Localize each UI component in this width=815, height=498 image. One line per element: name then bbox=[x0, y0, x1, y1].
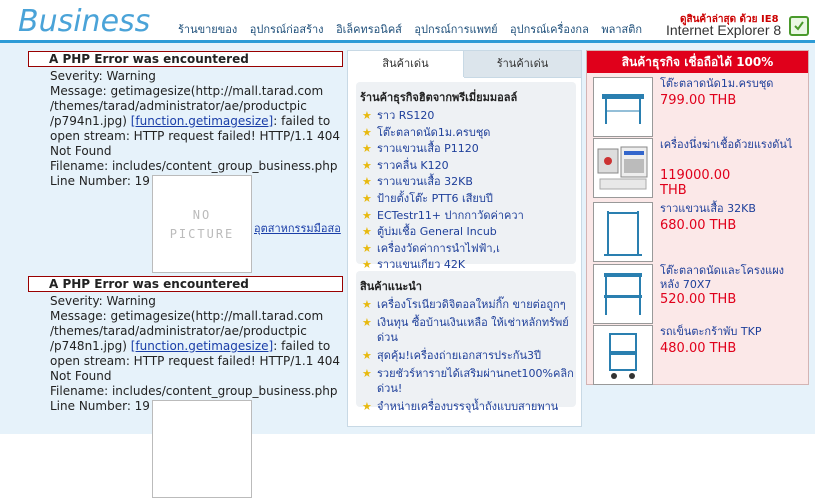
list-item[interactable]: ★ เครื่องวัดค่าการนำไฟฟ้า,เ bbox=[362, 241, 576, 258]
error-heading: A PHP Error was encountered bbox=[28, 51, 343, 67]
function-link[interactable]: [function.getimagesize] bbox=[131, 114, 274, 128]
site-logo[interactable]: Business bbox=[18, 4, 150, 39]
php-error: A PHP Error was encountered Severity: Wa… bbox=[28, 51, 343, 189]
star-icon: ★ bbox=[362, 175, 372, 189]
star-icon: ★ bbox=[362, 316, 372, 329]
list-item[interactable]: ★ ป้ายตั้งโต๊ะ PTT6 เสียบปี bbox=[362, 191, 576, 208]
product-price: 680.00 THB bbox=[660, 218, 737, 233]
product-thumbnail[interactable] bbox=[593, 77, 653, 137]
no-picture-image[interactable] bbox=[152, 400, 252, 498]
product-thumbnail[interactable] bbox=[593, 325, 653, 385]
star-icon: ★ bbox=[362, 241, 372, 255]
list-item[interactable]: ★ สุดคุ้ม!เครื่องถ่ายเอกสารประกัน3ปี bbox=[362, 348, 576, 363]
error-severity: Severity: Warning bbox=[50, 69, 156, 83]
category-link[interactable]: อุปกรณ์เครื่องกล bbox=[510, 23, 589, 36]
product-item[interactable]: ราวแขวนเสื้อ 32KB 680.00 THB bbox=[593, 202, 807, 262]
no-picture-image[interactable]: NO PICTURE bbox=[152, 175, 252, 273]
product-price: 119000.00 THB bbox=[660, 168, 731, 198]
star-icon: ★ bbox=[362, 142, 372, 156]
list-item[interactable]: ★ ราวคลื่น K120 bbox=[362, 158, 576, 175]
ie-logo-icon[interactable] bbox=[789, 16, 809, 36]
product-name[interactable]: เครื่องนึ่งฆ่าเชื้อด้วยแรงดันไ bbox=[660, 138, 800, 152]
product-price: 480.00 THB bbox=[660, 341, 737, 356]
error-filename: Filename: includes/content_group_busines… bbox=[50, 159, 338, 173]
star-icon: ★ bbox=[362, 109, 372, 122]
category-nav: ร้านขายของ อุปกรณ์ก่อสร้าง อิเล็คทรอนิคส… bbox=[178, 20, 651, 38]
product-item[interactable]: โต๊ะตลาดนัดและโครงแผงหลัง 70X7 520.00 TH… bbox=[593, 264, 807, 324]
star-icon: ★ bbox=[362, 208, 372, 222]
star-icon: ★ bbox=[362, 225, 372, 239]
error-message: Message: getimagesize(http://mall.tarad.… bbox=[50, 309, 341, 383]
category-link[interactable]: อิเล็คทรอนิคส์ bbox=[336, 23, 402, 36]
list-item[interactable]: ★ โต๊ะตลาดนัด1ม.ครบชุด bbox=[362, 125, 576, 142]
error-filename: Filename: includes/content_group_busines… bbox=[50, 384, 338, 398]
function-link[interactable]: [function.getimagesize] bbox=[131, 339, 274, 353]
product-thumbnail[interactable] bbox=[593, 264, 653, 324]
list-item[interactable]: ★ ราวแขวนเสื้อ 32KB bbox=[362, 174, 576, 191]
header: Business ร้านขายของ อุปกรณ์ก่อสร้าง อิเล… bbox=[0, 0, 815, 40]
category-link[interactable]: พลาสติก bbox=[601, 23, 642, 36]
product-item[interactable]: รถเข็นตะกร้าพับ TKP 480.00 THB bbox=[593, 325, 807, 385]
product-thumbnail[interactable] bbox=[593, 202, 653, 262]
list-item[interactable]: ★ ราว RS120 bbox=[362, 108, 576, 125]
category-link[interactable]: อุปกรณ์ก่อสร้าง bbox=[250, 23, 324, 36]
product-item[interactable]: เครื่องนึ่งฆ่าเชื้อด้วยแรงดันไ 119000.00… bbox=[593, 138, 807, 198]
category-link[interactable]: อุปกรณ์การแพทย์ bbox=[414, 23, 497, 36]
list-item[interactable]: ★ เครื่องโรเนียวดิจิตอลใหม่กิ๊ก ขายต่อถูก… bbox=[362, 297, 576, 312]
tab-featured-products[interactable]: สินค้าเด่น bbox=[348, 51, 464, 77]
php-error: A PHP Error was encountered Severity: Wa… bbox=[28, 276, 343, 414]
list-item[interactable]: ★ รวยชัวร์หารายได้เสริมผ่านnet100%คลิกด่ว… bbox=[362, 366, 576, 396]
list-item[interactable]: ★ ECTestr11+ ปากกาวัดค่าควา bbox=[362, 208, 576, 225]
recommended-panel: สินค้าแนะนำ ★ เครื่องโรเนียวดิจิตอลใหม่กิ… bbox=[356, 271, 576, 413]
category-side-link[interactable]: อุตสาหกรรมมือสอ bbox=[254, 219, 341, 237]
star-icon: ★ bbox=[362, 349, 372, 362]
star-icon: ★ bbox=[362, 158, 372, 172]
tab-bar: สินค้าเด่น ร้านค้าเด่น bbox=[348, 51, 581, 78]
list-item[interactable]: ★ ราวแขวนเสื้อ P1120 bbox=[362, 141, 576, 158]
product-thumbnail[interactable] bbox=[593, 138, 653, 198]
star-icon: ★ bbox=[362, 400, 372, 413]
trusted-products-box: สินค้าธุรกิจ เชื่อถือได้ 100% โต๊ะตลาดนั… bbox=[586, 50, 809, 385]
product-price: 520.00 THB bbox=[660, 292, 737, 307]
star-icon: ★ bbox=[362, 125, 372, 139]
category-link[interactable]: ร้านขายของ bbox=[178, 23, 237, 36]
error-message: Message: getimagesize(http://mall.tarad.… bbox=[50, 84, 341, 158]
star-icon: ★ bbox=[362, 367, 372, 380]
premium-mall-panel: ร้านค้าธุรกิจฮิตจากพรีเมี่ยมมอลล์ ★ ราว R… bbox=[356, 82, 576, 271]
trusted-products-title: สินค้าธุรกิจ เชื่อถือได้ 100% bbox=[587, 51, 808, 73]
error-severity: Severity: Warning bbox=[50, 294, 156, 308]
product-name[interactable]: รถเข็นตะกร้าพับ TKP bbox=[660, 325, 800, 339]
error-heading: A PHP Error was encountered bbox=[28, 276, 343, 292]
featured-box: สินค้าเด่น ร้านค้าเด่น ร้านค้าธุรกิจฮิตจ… bbox=[347, 50, 582, 427]
list-item[interactable]: ★ เงินทุน ซื้อบ้านเงินเหลือ ให้เช่าหลักทร… bbox=[362, 315, 576, 345]
ie-promo-brand[interactable]: Internet Explorer 8 bbox=[666, 22, 781, 38]
product-price: 799.00 THB bbox=[660, 93, 737, 108]
star-icon: ★ bbox=[362, 298, 372, 311]
star-icon: ★ bbox=[362, 191, 372, 205]
product-name[interactable]: ราวแขวนเสื้อ 32KB bbox=[660, 202, 800, 216]
list-item[interactable]: ★ จำหน่ายเครื่องบรรจุน้ำถังแบบสายพาน bbox=[362, 399, 576, 414]
panel-title: สินค้าแนะนำ bbox=[360, 280, 422, 293]
list-item[interactable]: ★ ตู้บ่มเชื้อ General Incub bbox=[362, 224, 576, 241]
panel-title: ร้านค้าธุรกิจฮิตจากพรีเมี่ยมมอลล์ bbox=[360, 91, 518, 104]
product-item[interactable]: โต๊ะตลาดนัด1ม.ครบชุด 799.00 THB bbox=[593, 77, 807, 137]
product-name[interactable]: โต๊ะตลาดนัดและโครงแผงหลัง 70X7 bbox=[660, 264, 800, 292]
product-name[interactable]: โต๊ะตลาดนัด1ม.ครบชุด bbox=[660, 77, 800, 91]
tab-featured-shops[interactable]: ร้านค้าเด่น bbox=[464, 51, 581, 78]
